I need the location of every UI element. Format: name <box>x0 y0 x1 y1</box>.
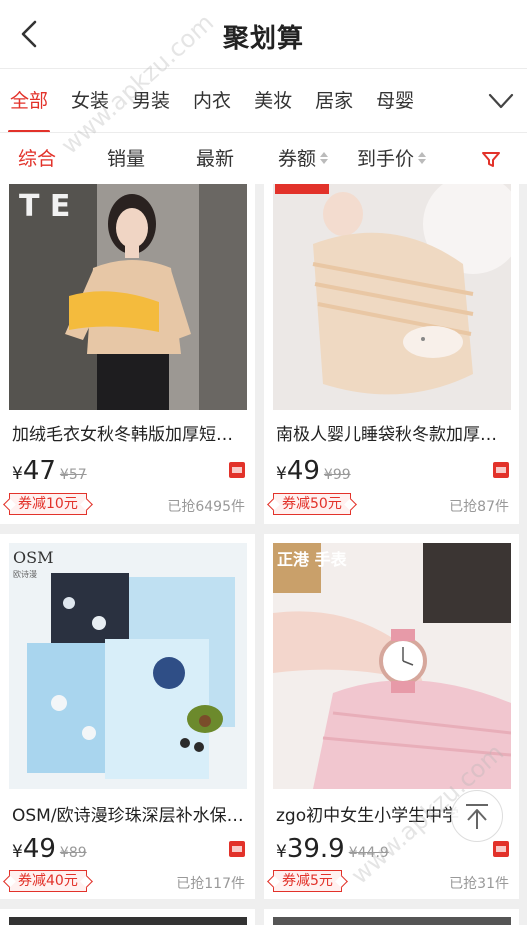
sort-label: 到手价 <box>357 148 415 170</box>
tmall-icon <box>229 462 245 478</box>
category-fade <box>449 69 475 133</box>
tmall-icon <box>229 841 245 857</box>
coupon-badge: 券减40元 <box>9 870 87 892</box>
tmall-icon <box>493 462 509 478</box>
product-card-partial[interactable] <box>264 909 519 925</box>
product-card-partial[interactable] <box>0 909 255 925</box>
coupon-badge: 券减50元 <box>273 493 351 515</box>
page-title: 聚划算 <box>222 24 304 54</box>
brand-logo-subtext: 欧诗漫 <box>13 569 37 579</box>
sort-coupon-amount[interactable]: 券额 <box>278 133 329 185</box>
sort-newest[interactable]: 最新 <box>196 133 234 185</box>
price-value: 49 <box>22 834 56 864</box>
currency-symbol: ¥ <box>12 842 23 862</box>
category-tab-mens[interactable]: 男装 <box>132 69 170 133</box>
currency-symbol: ¥ <box>276 842 287 862</box>
sold-count: 已抢31件 <box>449 876 509 892</box>
product-title[interactable]: 南极人婴儿睡袋秋冬款加厚… <box>276 420 508 445</box>
filter-icon[interactable] <box>479 147 503 171</box>
page: 聚划算 全部 女装 男装 内衣 美妆 居家 母婴 综合 销量 最新 券额 到手价 <box>0 0 527 925</box>
price-value: 39.9 <box>286 834 345 864</box>
category-tab-baby[interactable]: 母婴 <box>376 69 414 133</box>
currency-symbol: ¥ <box>12 464 23 484</box>
original-price: ¥57 <box>59 467 87 483</box>
original-price: ¥89 <box>59 845 87 861</box>
product-price: ¥39.9 ¥44.9 <box>276 834 389 864</box>
sort-comprehensive[interactable]: 综合 <box>18 133 56 185</box>
coupon-badge: 券减10元 <box>9 493 87 515</box>
back-to-top-button[interactable] <box>451 790 503 842</box>
price-value: 47 <box>22 456 56 486</box>
sort-label: 券额 <box>278 148 317 170</box>
product-card[interactable]: T E 加绒毛衣女秋冬韩版加厚短… ¥47 ¥57 券减10元 已抢6495件 <box>0 184 255 524</box>
sort-arrows-icon <box>320 151 329 164</box>
product-price: ¥49 ¥89 <box>12 834 87 864</box>
sort-sales[interactable]: 销量 <box>107 133 145 185</box>
product-image-partial <box>9 917 247 925</box>
original-price: ¥44.9 <box>348 845 389 861</box>
category-tab-womens[interactable]: 女装 <box>71 69 109 133</box>
sold-count: 已抢87件 <box>449 499 509 515</box>
product-image[interactable]: 正港 手表 <box>273 543 511 789</box>
product-card[interactable]: 南极人婴儿睡袋秋冬款加厚… ¥49 ¥99 券减50元 已抢87件 <box>264 184 519 524</box>
original-price: ¥99 <box>323 467 351 483</box>
product-title[interactable]: 加绒毛衣女秋冬韩版加厚短… <box>12 420 244 445</box>
price-value: 49 <box>286 456 320 486</box>
badge-text: 正港 手表 <box>277 550 348 569</box>
filter-button[interactable] <box>479 147 503 171</box>
sort-final-price[interactable]: 到手价 <box>357 133 427 185</box>
arrow-up-icon[interactable] <box>464 802 490 830</box>
category-tabs: 全部 女装 男装 内衣 美妆 居家 母婴 <box>0 68 527 133</box>
product-card[interactable]: OSM 欧诗漫 OSM/欧诗漫珍珠深层补水保… ¥49 ¥89 券减40元 已抢… <box>0 534 255 899</box>
sort-label: 最新 <box>196 148 235 170</box>
tmall-icon <box>493 841 509 857</box>
product-image[interactable]: T E <box>9 184 247 410</box>
sort-arrows-icon <box>418 151 427 164</box>
product-image[interactable] <box>273 184 511 410</box>
product-image-partial <box>273 917 511 925</box>
product-image[interactable]: OSM 欧诗漫 <box>9 543 247 789</box>
category-tab-home[interactable]: 居家 <box>315 69 353 133</box>
product-price: ¥47 ¥57 <box>12 456 87 486</box>
product-title[interactable]: OSM/欧诗漫珍珠深层补水保… <box>12 801 244 826</box>
header: 聚划算 <box>0 0 527 68</box>
sort-label: 综合 <box>18 148 57 170</box>
category-tab-all[interactable]: 全部 <box>7 69 51 133</box>
sort-bar: 综合 销量 最新 券额 到手价 <box>0 132 527 184</box>
sold-count: 已抢6495件 <box>167 499 245 515</box>
shop-sign-text: T E <box>19 189 70 224</box>
sort-label: 销量 <box>107 148 146 170</box>
category-expand-button[interactable] <box>475 69 527 133</box>
product-price: ¥49 ¥99 <box>276 456 351 486</box>
category-tab-beauty[interactable]: 美妆 <box>254 69 292 133</box>
category-tab-underwear[interactable]: 内衣 <box>193 69 231 133</box>
chevron-down-icon[interactable] <box>488 92 514 110</box>
brand-logo-text: OSM <box>13 548 53 567</box>
coupon-badge: 券减5元 <box>273 870 342 892</box>
currency-symbol: ¥ <box>276 464 287 484</box>
product-card[interactable]: 正港 手表 zgo初中女生小学生中学 ¥39.9 ¥44.9 券减5元 已抢31件 <box>264 534 519 899</box>
sold-count: 已抢117件 <box>176 876 245 892</box>
